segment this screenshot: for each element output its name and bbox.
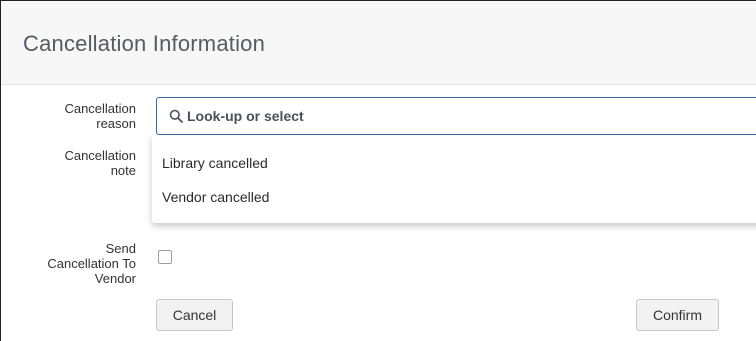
send-cancellation-label-line2: Cancellation To — [47, 256, 136, 271]
send-cancellation-label-line1: Send — [105, 241, 136, 256]
cancellation-dialog: Cancellation Information Cancellation re… — [0, 0, 756, 341]
dialog-header: Cancellation Information — [1, 1, 756, 85]
cancellation-reason-dropdown: Library cancelled Vendor cancelled — [152, 135, 756, 223]
option-vendor-cancelled[interactable]: Vendor cancelled — [162, 189, 269, 205]
send-cancellation-label: Send Cancellation To Vendor — [47, 241, 136, 286]
cancellation-note-label-line2: note — [110, 163, 136, 178]
send-to-vendor-checkbox[interactable] — [158, 250, 172, 264]
search-icon — [169, 109, 183, 123]
send-cancellation-label-line3: Vendor — [94, 271, 136, 286]
cancellation-reason-label-line2: reason — [96, 116, 136, 131]
cancellation-reason-label: Cancellation reason — [64, 101, 136, 131]
cancellation-reason-label-line1: Cancellation — [64, 101, 136, 116]
cancellation-note-label-line1: Cancellation — [64, 148, 136, 163]
dialog-title: Cancellation Information — [23, 31, 266, 56]
option-library-cancelled[interactable]: Library cancelled — [162, 155, 268, 171]
cancel-button[interactable]: Cancel — [156, 299, 233, 331]
confirm-button[interactable]: Confirm — [636, 299, 719, 331]
cancellation-reason-search-input[interactable] — [187, 98, 747, 134]
cancellation-reason-select[interactable] — [156, 97, 756, 135]
cancellation-note-label: Cancellation note — [64, 148, 136, 178]
